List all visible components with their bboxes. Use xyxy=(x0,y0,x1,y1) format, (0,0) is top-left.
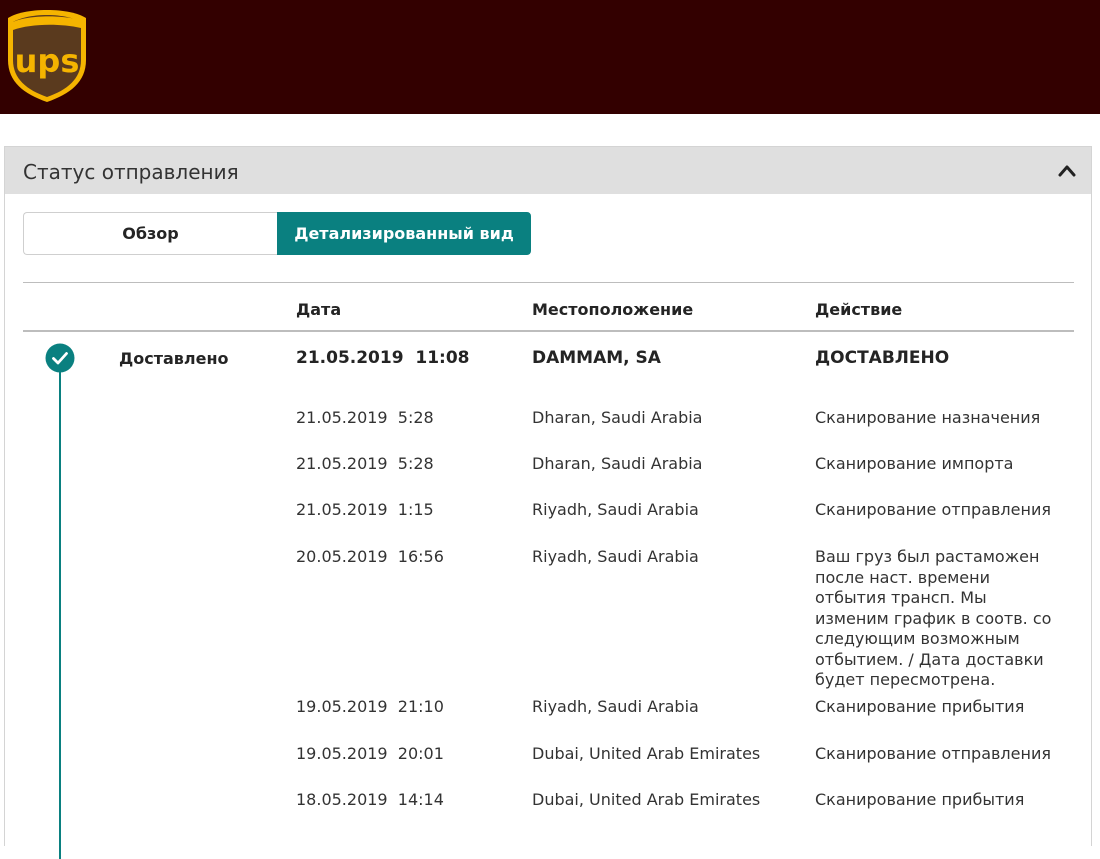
event-location: Riyadh, Saudi Arabia xyxy=(532,500,699,519)
shipment-status-panel: Статус отправления Обзор Детализированны… xyxy=(4,146,1092,859)
tab-overview[interactable]: Обзор xyxy=(23,212,277,255)
event-action: Сканирование прибытия xyxy=(815,697,1025,716)
svg-text:ups: ups xyxy=(15,42,80,80)
header-divider xyxy=(23,330,1074,332)
event-location: Dubai, United Arab Emirates xyxy=(532,744,761,763)
tab-detailed-view[interactable]: Детализированный вид xyxy=(277,212,531,255)
event-date: 21.05.2019 11:08 xyxy=(296,348,470,368)
event-date: 21.05.2019 5:28 xyxy=(296,408,434,427)
event-date: 21.05.2019 5:28 xyxy=(296,454,434,473)
event-date: 18.05.2019 14:14 xyxy=(296,790,444,809)
event-date: 19.05.2019 20:01 xyxy=(296,744,444,763)
timeline-line xyxy=(59,359,61,859)
event-date: 20.05.2019 16:56 xyxy=(296,547,444,566)
view-tabs: Обзор Детализированный вид xyxy=(23,212,531,255)
event-action: Ваш груз был растаможен после наст. врем… xyxy=(815,547,1052,689)
chevron-up-icon[interactable] xyxy=(1057,161,1077,181)
event-action: Сканирование назначения xyxy=(815,408,1041,427)
column-header-action: Действие xyxy=(815,300,903,319)
event-location: DAMMAM, SA xyxy=(532,348,661,368)
event-location: Dharan, Saudi Arabia xyxy=(532,454,703,473)
event-action: Сканирование отправления xyxy=(815,500,1051,519)
column-header-date: Дата xyxy=(296,300,342,319)
check-circle-icon xyxy=(45,343,75,373)
status-label: Доставлено xyxy=(119,349,229,368)
event-location: Dharan, Saudi Arabia xyxy=(532,408,703,427)
event-date: 19.05.2019 21:10 xyxy=(296,697,444,716)
panel-title: Статус отправления xyxy=(23,160,239,184)
event-action: ДОСТАВЛЕНО xyxy=(815,348,950,368)
divider xyxy=(23,282,1074,283)
event-location: Dubai, United Arab Emirates xyxy=(532,790,761,809)
event-location: Riyadh, Saudi Arabia xyxy=(532,697,699,716)
column-header-location: Местоположение xyxy=(532,300,694,319)
ups-logo[interactable]: ups xyxy=(6,8,88,104)
event-action: Сканирование прибытия xyxy=(815,790,1025,809)
event-location: Riyadh, Saudi Arabia xyxy=(532,547,699,566)
event-action: Сканирование импорта xyxy=(815,454,1014,473)
top-bar: ups xyxy=(0,0,1100,114)
event-action: Сканирование отправления xyxy=(815,744,1051,763)
panel-header[interactable]: Статус отправления xyxy=(5,147,1091,194)
event-date: 21.05.2019 1:15 xyxy=(296,500,434,519)
